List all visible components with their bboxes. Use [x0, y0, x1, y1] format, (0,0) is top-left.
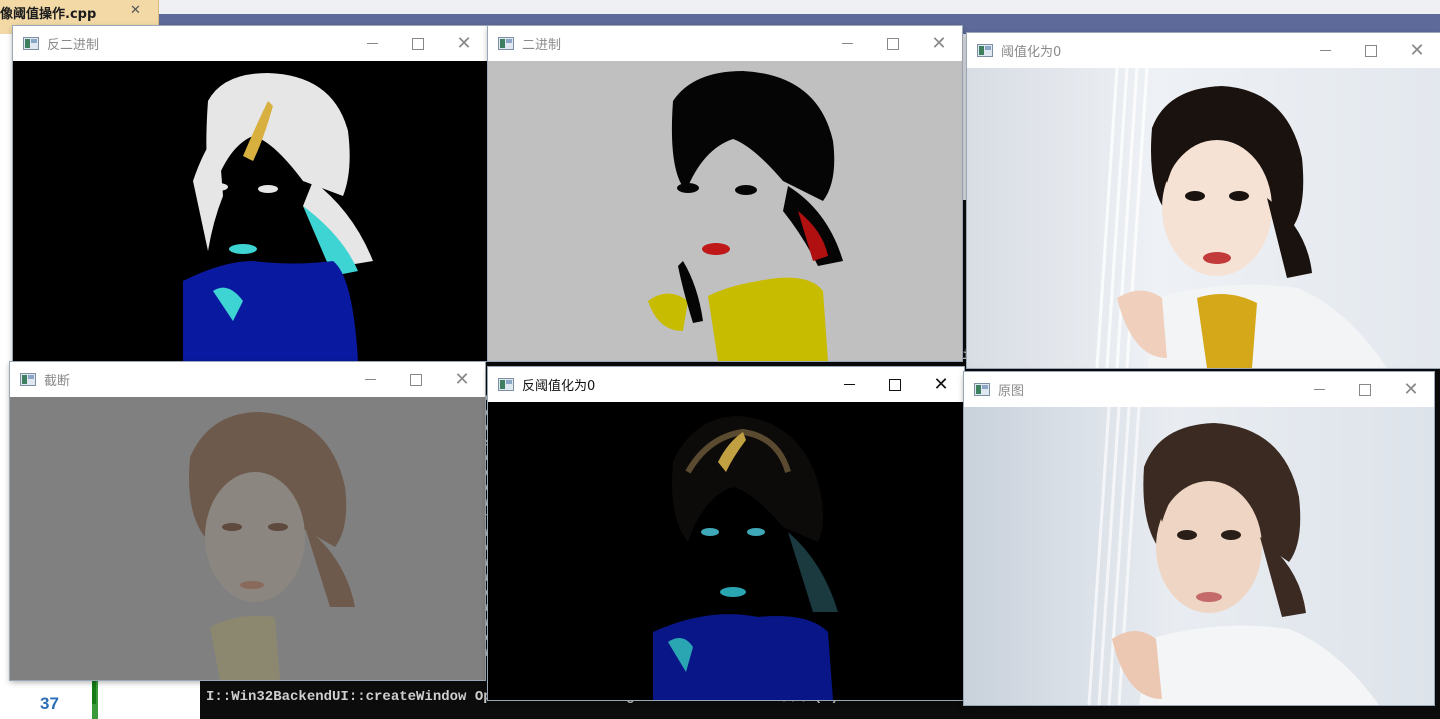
window-title: 反二进制 — [47, 38, 100, 53]
close-button[interactable]: ✕ — [1388, 372, 1434, 407]
original-portrait — [964, 407, 1434, 705]
close-icon: ✕ — [456, 33, 472, 54]
maximize-button[interactable] — [395, 26, 441, 61]
maximize-button[interactable] — [1348, 33, 1394, 68]
app-icon — [498, 37, 514, 50]
app-icon — [974, 383, 990, 396]
maximize-button[interactable] — [870, 26, 916, 61]
minimize-icon — [364, 379, 376, 380]
close-button[interactable]: ✕ — [441, 26, 487, 61]
minimize-button[interactable] — [349, 26, 395, 61]
threshold-to-zero-portrait — [967, 68, 1440, 368]
window-titlebar[interactable]: 阈值化为0 ✕ — [967, 33, 1440, 68]
maximize-button[interactable] — [1342, 372, 1388, 407]
maximize-icon — [410, 373, 422, 386]
window-title: 二进制 — [522, 38, 562, 53]
close-icon: ✕ — [1409, 40, 1425, 61]
minimize-icon — [843, 384, 855, 385]
window-truncate[interactable]: 截断 ✕ — [10, 362, 485, 680]
window-inverted-threshold-to-zero[interactable]: 反阈值化为0 ✕ — [488, 367, 964, 700]
window-title: 截断 — [44, 374, 71, 389]
image-view — [488, 402, 964, 700]
line-number: 37 — [40, 694, 59, 713]
close-button[interactable]: ✕ — [1394, 33, 1440, 68]
ide-file-tab-label: 像阈值操作.cpp — [0, 7, 97, 22]
window-original[interactable]: 原图 ✕ — [964, 372, 1434, 705]
close-button[interactable]: ✕ — [916, 26, 962, 61]
minimize-button[interactable] — [1296, 372, 1342, 407]
minimize-button[interactable] — [347, 362, 393, 397]
app-icon — [20, 373, 36, 386]
window-inverted-binary[interactable]: 反二进制 ✕ — [13, 26, 487, 361]
maximize-icon — [889, 378, 901, 391]
app-icon — [23, 37, 39, 50]
close-icon: ✕ — [1403, 379, 1419, 400]
image-view — [964, 407, 1434, 705]
ide-top-strip — [0, 0, 1440, 14]
maximize-button[interactable] — [393, 362, 439, 397]
image-view — [10, 397, 485, 680]
image-view — [13, 61, 487, 361]
truncate-portrait — [10, 397, 485, 680]
window-binary[interactable]: 二进制 ✕ — [488, 26, 962, 361]
binary-portrait — [488, 61, 962, 361]
maximize-button[interactable] — [872, 367, 918, 402]
image-view — [967, 68, 1440, 368]
maximize-icon — [412, 37, 424, 50]
window-threshold-to-zero[interactable]: 阈值化为0 ✕ — [967, 33, 1440, 368]
window-titlebar[interactable]: 反阈值化为0 ✕ — [488, 367, 964, 402]
minimize-button[interactable] — [824, 26, 870, 61]
inverted-binary-portrait — [13, 61, 487, 361]
minimize-icon — [1313, 389, 1325, 390]
window-title: 反阈值化为0 — [522, 379, 596, 394]
inverted-threshold-to-zero-portrait — [488, 402, 964, 700]
minimize-icon — [366, 43, 378, 44]
maximize-icon — [1365, 44, 1377, 57]
window-title: 原图 — [998, 384, 1025, 399]
tab-close-icon[interactable]: ✕ — [130, 3, 141, 18]
window-titlebar[interactable]: 原图 ✕ — [964, 372, 1434, 407]
image-view — [488, 61, 962, 361]
maximize-icon — [887, 37, 899, 50]
minimize-icon — [1319, 50, 1331, 51]
window-titlebar[interactable]: 截断 ✕ — [10, 362, 485, 397]
close-icon: ✕ — [933, 374, 949, 395]
window-titlebar[interactable]: 二进制 ✕ — [488, 26, 962, 61]
close-icon: ✕ — [454, 369, 470, 390]
close-button[interactable]: ✕ — [918, 367, 964, 402]
maximize-icon — [1359, 383, 1371, 396]
close-button[interactable]: ✕ — [439, 362, 485, 397]
minimize-button[interactable] — [1302, 33, 1348, 68]
minimize-icon — [841, 43, 853, 44]
window-titlebar[interactable]: 反二进制 ✕ — [13, 26, 487, 61]
window-title: 阈值化为0 — [1001, 45, 1062, 60]
close-icon: ✕ — [931, 33, 947, 54]
minimize-button[interactable] — [826, 367, 872, 402]
app-icon — [977, 44, 993, 57]
app-icon — [498, 378, 514, 391]
